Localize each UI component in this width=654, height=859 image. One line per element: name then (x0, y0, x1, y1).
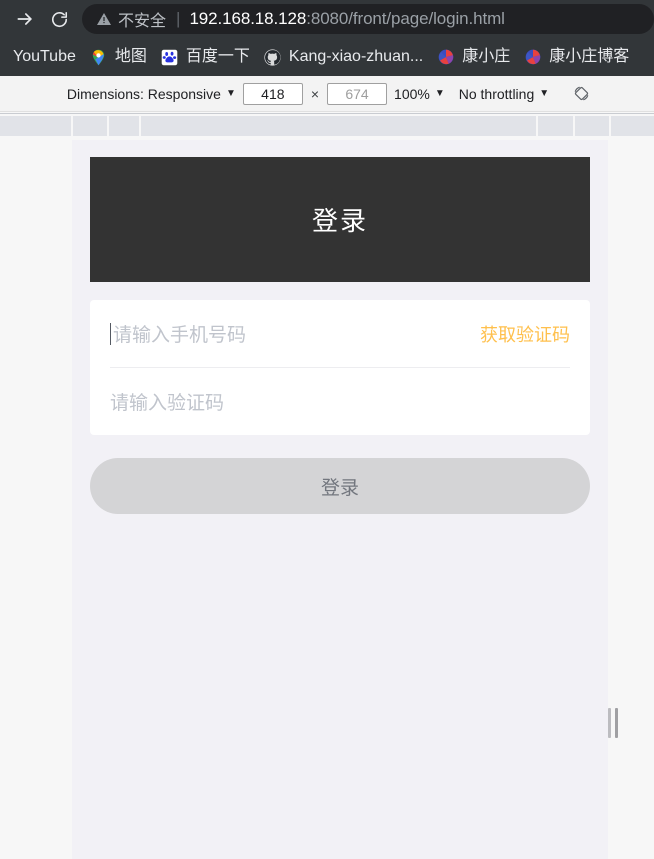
ruler-track (0, 116, 654, 136)
viewport-width-input[interactable] (242, 82, 303, 105)
viewport-resize-handle[interactable] (606, 706, 620, 740)
ruler-tick (536, 116, 538, 136)
bookmark-label: 百度一下 (185, 48, 250, 65)
throttling-label: No throttling (458, 85, 535, 102)
chevron-down-icon: ▼ (225, 88, 236, 99)
login-form-card: 请输入手机号码 获取验证码 请输入验证码 (90, 300, 590, 435)
get-verification-code-button[interactable]: 获取验证码 (480, 321, 570, 347)
login-page: 登录 请输入手机号码 获取验证码 请输入验证码 登录 (72, 140, 608, 514)
phone-field-row[interactable]: 请输入手机号码 获取验证码 (110, 300, 570, 367)
url-path: :8080/front/page/login.html (306, 9, 505, 28)
browser-toolbar: 不安全 | 192.168.18.128:8080/front/page/log… (0, 0, 654, 38)
browser-chrome: 不安全 | 192.168.18.128:8080/front/page/log… (0, 0, 654, 76)
forward-arrow-icon[interactable] (8, 4, 42, 34)
google-maps-pin-icon (90, 48, 108, 66)
ruler-tick (71, 116, 73, 136)
ruler-top-line (0, 113, 654, 114)
github-icon (264, 48, 282, 66)
zoom-label: 100% (394, 85, 430, 102)
ruler-tick (139, 116, 141, 136)
reload-icon[interactable] (42, 4, 76, 34)
code-input-placeholder: 请输入验证码 (110, 393, 225, 414)
dimensions-dropdown[interactable]: Dimensions: Responsive ▼ (67, 86, 236, 102)
chevron-down-icon: ▼ (434, 88, 445, 99)
page-title: 登录 (311, 206, 368, 236)
login-submit-button[interactable]: 登录 (90, 458, 590, 514)
bookmark-kangxiaozhuang[interactable]: 康小庄 (430, 44, 517, 70)
bookmark-maps[interactable]: 地图 (83, 44, 154, 70)
ruler-tick (609, 116, 611, 136)
omnibox-separator: | (176, 9, 181, 28)
bookmark-label: 康小庄博客 (549, 48, 630, 65)
address-bar[interactable]: 不安全 | 192.168.18.128:8080/front/page/log… (82, 4, 654, 34)
throttling-dropdown[interactable]: No throttling ▼ (459, 86, 549, 102)
security-status-label: 不安全 (118, 13, 167, 30)
url-host: 192.168.18.128 (189, 9, 307, 28)
dimensions-label: Dimensions: Responsive (66, 85, 221, 102)
resize-grip-bar (608, 708, 611, 738)
bookmark-github[interactable]: Kang-xiao-zhuan... (257, 44, 430, 70)
bookmark-label: Kang-xiao-zhuan... (288, 48, 424, 65)
bookmarks-bar: YouTube 地图 百度一下 Kang-xiao-zhuan... 康小庄 康… (0, 38, 654, 76)
ruler-tick (573, 116, 575, 136)
phone-input-placeholder: 请输入手机号码 (113, 325, 247, 346)
bookmark-label: 康小庄 (462, 48, 511, 65)
bookmark-baidu[interactable]: 百度一下 (154, 44, 257, 70)
url-text: 192.168.18.128:8080/front/page/login.htm… (189, 9, 640, 29)
baidu-paw-icon (161, 48, 179, 66)
device-toolbar: Dimensions: Responsive ▼ × 100% ▼ No thr… (0, 76, 654, 112)
rotate-device-icon[interactable] (568, 81, 594, 107)
blog-favicon (437, 48, 455, 66)
text-caret (110, 322, 111, 345)
bookmark-label: 地图 (114, 48, 147, 65)
ruler-tick (107, 116, 109, 136)
viewport-ruler (0, 112, 654, 140)
bookmark-kangxiaozhuang-blog[interactable]: 康小庄博客 (517, 44, 636, 70)
device-stage: 登录 请输入手机号码 获取验证码 请输入验证码 登录 (0, 140, 654, 859)
code-field-row[interactable]: 请输入验证码 (110, 367, 570, 435)
blog-favicon (524, 48, 542, 66)
dimension-separator: × (310, 85, 320, 102)
device-viewport: 登录 请输入手机号码 获取验证码 请输入验证码 登录 (72, 140, 608, 859)
chevron-down-icon: ▼ (539, 88, 550, 99)
resize-grip-bar (615, 708, 618, 738)
bookmark-youtube[interactable]: YouTube (6, 44, 83, 70)
zoom-dropdown[interactable]: 100% ▼ (394, 86, 445, 102)
bookmark-label: YouTube (13, 48, 76, 65)
warning-triangle-icon (96, 11, 112, 27)
viewport-height-input[interactable] (327, 82, 388, 105)
login-header-banner: 登录 (90, 157, 590, 282)
